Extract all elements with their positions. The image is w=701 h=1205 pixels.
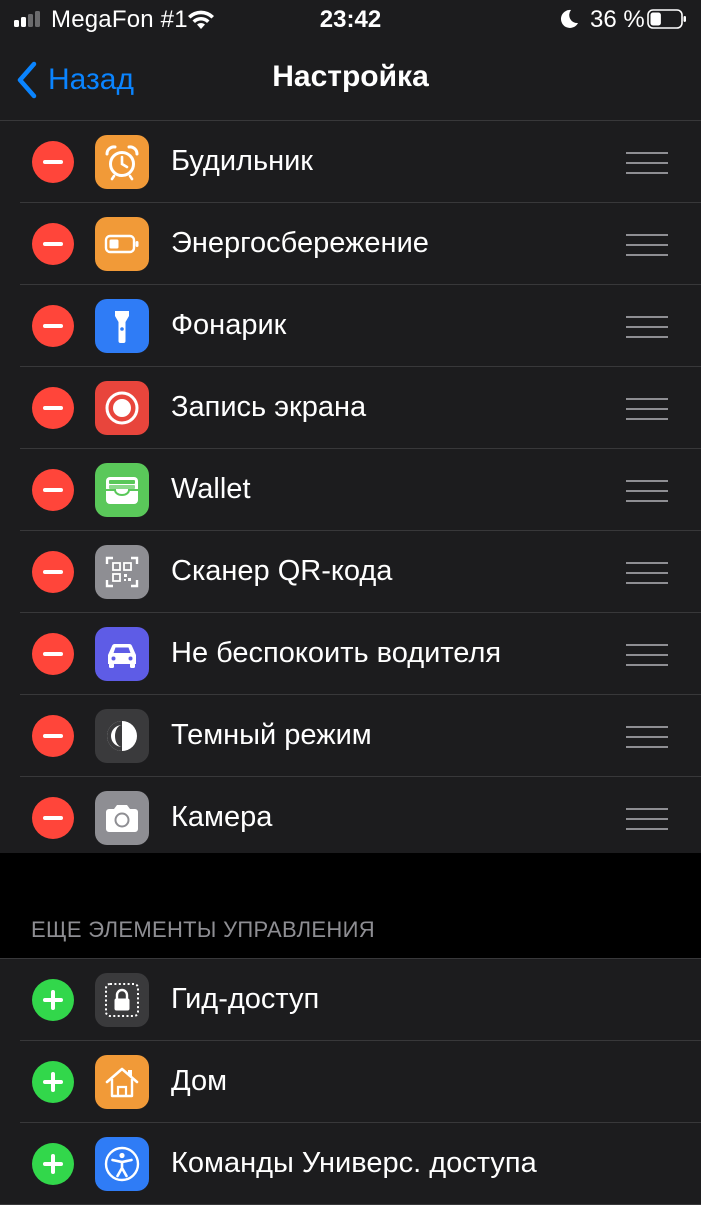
battery-percent: 36 % <box>590 6 645 33</box>
list-item: Гид-доступ <box>0 959 701 1041</box>
reorder-handle[interactable] <box>626 234 668 256</box>
battery-saver-icon <box>95 217 149 271</box>
status-bar: MegaFon #1 23:42 36 % <box>0 0 701 40</box>
reorder-handle[interactable] <box>626 726 668 748</box>
add-button[interactable] <box>32 1061 74 1103</box>
list-item: Камера <box>0 777 701 859</box>
remove-button[interactable] <box>32 141 74 183</box>
included-controls-list: Будильник Энергосбережение Фонарик Запис… <box>0 121 701 859</box>
add-button[interactable] <box>32 1143 74 1185</box>
control-label: Дом <box>171 1065 228 1097</box>
list-item: Сканер QR-кода <box>0 531 701 613</box>
reorder-handle[interactable] <box>626 562 668 584</box>
list-item: Энергосбережение <box>0 203 701 285</box>
reorder-handle[interactable] <box>626 398 668 420</box>
dark-mode-icon <box>95 709 149 763</box>
alarm-clock-icon <box>95 135 149 189</box>
page-title: Настройка <box>272 60 429 93</box>
control-label: Сканер QR-кода <box>171 555 393 587</box>
remove-button[interactable] <box>32 633 74 675</box>
remove-button[interactable] <box>32 715 74 757</box>
list-item: Не беспокоить водителя <box>0 613 701 695</box>
control-label: Энергосбережение <box>171 227 429 259</box>
control-label: Будильник <box>171 145 313 177</box>
add-button[interactable] <box>32 979 74 1021</box>
remove-button[interactable] <box>32 551 74 593</box>
battery-icon <box>647 9 686 29</box>
remove-button[interactable] <box>32 305 74 347</box>
guided-access-icon <box>95 973 149 1027</box>
control-label: Команды Универс. доступа <box>171 1147 537 1179</box>
reorder-handle[interactable] <box>626 480 668 502</box>
remove-button[interactable] <box>32 469 74 511</box>
car-icon <box>95 627 149 681</box>
control-label: Гид-доступ <box>171 983 320 1015</box>
control-label: Не беспокоить водителя <box>171 637 502 669</box>
reorder-handle[interactable] <box>626 808 668 830</box>
list-item: Команды Универс. доступа <box>0 1123 701 1205</box>
reorder-handle[interactable] <box>626 644 668 666</box>
remove-button[interactable] <box>32 387 74 429</box>
list-item: Wallet <box>0 449 701 531</box>
list-item: Запись экрана <box>0 367 701 449</box>
flashlight-icon <box>95 299 149 353</box>
reorder-handle[interactable] <box>626 316 668 338</box>
remove-button[interactable] <box>32 797 74 839</box>
moon-icon <box>560 9 578 28</box>
navigation-bar: Назад Настройка <box>0 40 701 121</box>
control-label: Wallet <box>171 473 251 505</box>
wallet-icon <box>95 463 149 517</box>
camera-icon <box>95 791 149 845</box>
control-label: Фонарик <box>171 309 287 341</box>
list-item: Темный режим <box>0 695 701 777</box>
reorder-handle[interactable] <box>626 152 668 174</box>
list-item: Будильник <box>0 121 701 203</box>
list-item: Фонарик <box>0 285 701 367</box>
control-label: Темный режим <box>171 719 372 751</box>
more-controls-list: Гид-доступ Дом Команды Универс. доступа <box>0 958 701 1205</box>
section-header: ЕЩЕ ЭЛЕМЕНТЫ УПРАВЛЕНИЯ <box>31 917 375 942</box>
qr-scanner-icon <box>95 545 149 599</box>
home-icon <box>95 1055 149 1109</box>
remove-button[interactable] <box>32 223 74 265</box>
list-item: Дом <box>0 1041 701 1123</box>
control-label: Запись экрана <box>171 391 367 423</box>
accessibility-icon <box>95 1137 149 1191</box>
screen-record-icon <box>95 381 149 435</box>
control-label: Камера <box>171 801 273 833</box>
